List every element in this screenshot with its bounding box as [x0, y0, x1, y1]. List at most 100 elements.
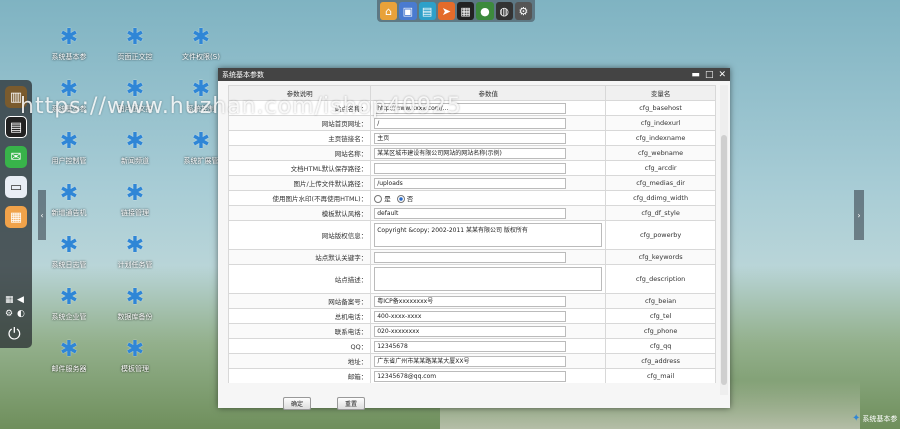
param-desc: 联系电话：: [228, 323, 372, 339]
message-icon[interactable]: ▦: [457, 2, 475, 20]
desktop-icon[interactable]: ✱ 系统基本参: [44, 26, 94, 62]
desktop-icon[interactable]: ✱ 用户控制管: [44, 130, 94, 166]
param-value-cell: 12345678: [370, 338, 607, 354]
table-row: 站点默认关键字： cfg_keywords: [228, 249, 716, 265]
param-input[interactable]: 400-xxxx-xxxx: [374, 310, 567, 322]
books-icon[interactable]: ▥: [5, 86, 27, 108]
home-icon[interactable]: ⌂: [380, 2, 398, 20]
param-input[interactable]: /: [374, 117, 567, 129]
param-input[interactable]: http://www.xxxx.com/...: [374, 102, 567, 114]
reset-button[interactable]: 重置: [337, 397, 365, 410]
desktop-icon[interactable]: ✱ 新增通告机: [44, 182, 94, 218]
param-var-name: cfg_arcdir: [605, 160, 716, 176]
table-row: 文档HTML默认保存路径： cfg_arcdir: [228, 160, 716, 176]
param-textarea[interactable]: Copyright &copy; 2002-2011 某某有限公司 版权所有: [374, 223, 603, 247]
notes-icon[interactable]: ▤: [5, 116, 27, 138]
param-desc: 图片/上传文件默认路径：: [228, 175, 372, 191]
confirm-button[interactable]: 确定: [283, 397, 311, 410]
desktop-icon[interactable]: ✱ 链接管理: [110, 182, 160, 218]
column-header-var: 变量名: [605, 85, 716, 101]
scrollbar[interactable]: [720, 85, 728, 395]
param-var-name: cfg_medias_dir: [605, 175, 716, 191]
gear-icon: ✱: [125, 25, 145, 50]
param-desc: 主页链接名：: [228, 130, 372, 146]
desktop-icon[interactable]: ✱ 系统企业管: [44, 286, 94, 322]
param-input[interactable]: 某某区城市建设有限公司网站的网站名称(示例): [374, 147, 567, 159]
desktop-icon[interactable]: ✱ 页面正文控: [110, 26, 160, 62]
gear-icon: ✱: [191, 25, 211, 50]
param-var-name: cfg_tel: [605, 308, 716, 324]
user-icon[interactable]: ●: [476, 2, 494, 20]
minimize-button[interactable]: ▬: [691, 70, 700, 80]
param-value-cell: /: [370, 115, 607, 131]
desktop-icon[interactable]: ✱ 计划任务管: [110, 234, 160, 270]
desktop-icon[interactable]: ✱ 文件权限(S): [176, 26, 226, 62]
scrollbar-thumb[interactable]: [721, 135, 727, 385]
settings-window: 系统基本参数 ▬ □ ✕ 参数说明 参数值 变量名 站点名称： http://ww…: [218, 68, 730, 410]
computer-icon[interactable]: ▣: [399, 2, 417, 20]
radio-button[interactable]: [396, 195, 405, 203]
folder-icon[interactable]: ▤: [418, 2, 436, 20]
next-desktop-arrow[interactable]: ›: [854, 190, 864, 240]
param-input[interactable]: 12345678@qq.com: [374, 370, 567, 382]
desktop-icon[interactable]: ✱ 系统基本参: [44, 78, 94, 114]
grid-icon[interactable]: ▦: [5, 295, 14, 305]
gear-icon: ✱: [59, 77, 79, 102]
gear-icon: ✱: [125, 181, 145, 206]
param-input[interactable]: 020-xxxxxxxx: [374, 325, 567, 337]
close-button[interactable]: ✕: [718, 70, 726, 80]
desktop-icon[interactable]: ✱ 数据库备份: [110, 286, 160, 322]
desktop-icon[interactable]: ✱ 系统日志管: [44, 234, 94, 270]
radio-button[interactable]: [374, 195, 383, 203]
param-desc: 网站首页网址：: [228, 115, 372, 131]
param-input[interactable]: 12345678: [374, 340, 567, 352]
param-var-name: cfg_webname: [605, 145, 716, 161]
param-value-cell: 020-xxxxxxxx: [370, 323, 607, 339]
desktop-icon[interactable]: ✱ 邮件服务器: [44, 338, 94, 374]
param-desc: 站点名称：: [228, 100, 372, 116]
param-value-cell: 主页: [370, 130, 607, 146]
param-input[interactable]: 粤ICP备xxxxxxxx号: [374, 295, 567, 307]
table-row: 网站首页网址： / cfg_indexurl: [228, 115, 716, 131]
column-header-value: 参数值: [370, 85, 607, 101]
param-value-cell: /uploads: [370, 175, 607, 191]
param-var-name: cfg_powerby: [605, 220, 716, 250]
table-row: 网站备案号： 粤ICP备xxxxxxxx号 cfg_beian: [228, 293, 716, 309]
power-icon[interactable]: ⏻: [8, 324, 21, 344]
settings-icon[interactable]: ⚙: [514, 2, 532, 20]
param-textarea[interactable]: [374, 267, 603, 291]
param-input[interactable]: 主页: [374, 132, 567, 144]
desktop-icon[interactable]: ✱ 新闻频道: [110, 130, 160, 166]
desktop-icon[interactable]: ✱ 图片正文控: [110, 78, 160, 114]
param-var-name: cfg_df_style: [605, 205, 716, 221]
gear-icon: ✱: [59, 25, 79, 50]
maximize-button[interactable]: □: [705, 70, 714, 80]
param-input[interactable]: [374, 162, 567, 174]
send-icon[interactable]: ➤: [437, 2, 455, 20]
drive-icon[interactable]: ▭: [5, 176, 27, 198]
window-titlebar[interactable]: 系统基本参数 ▬ □ ✕: [218, 68, 730, 81]
gear-icon: ✱: [59, 233, 79, 258]
param-var-name: cfg_indexurl: [605, 115, 716, 131]
radio-label: 是: [384, 195, 391, 203]
param-input[interactable]: 广东省广州市某某路某某大厦XX号: [374, 355, 567, 367]
param-input[interactable]: [374, 251, 567, 263]
document-icon[interactable]: ▦: [5, 206, 27, 228]
desktop-icon[interactable]: ✱ 模板管理: [110, 338, 160, 374]
globe-icon[interactable]: ◍: [495, 2, 513, 20]
param-value-cell: Copyright &copy; 2002-2011 某某有限公司 版权所有: [370, 220, 607, 250]
param-var-name: cfg_qq: [605, 338, 716, 354]
param-input[interactable]: /uploads: [374, 177, 567, 189]
gear-icon: ✱: [59, 129, 79, 154]
table-row: 地址： 广东省广州市某某路某某大厦XX号 cfg_address: [228, 353, 716, 369]
gear-icon[interactable]: ⚙: [5, 309, 13, 319]
settings-table-wrapper: 参数说明 参数值 变量名 站点名称： http://www.xxxx.com/..…: [228, 85, 716, 383]
param-input[interactable]: default: [374, 207, 567, 219]
chat-icon[interactable]: ✉: [5, 146, 27, 168]
table-row: 使用图片水印(不再使用HTML)：是否 cfg_ddimg_width: [228, 190, 716, 206]
param-desc: 文档HTML默认保存路径：: [228, 160, 372, 176]
param-desc: 网站名称：: [228, 145, 372, 161]
volume-icon[interactable]: ◀: [17, 295, 24, 305]
param-value-cell: 是否: [370, 190, 607, 206]
palette-icon[interactable]: ◐: [17, 309, 25, 319]
